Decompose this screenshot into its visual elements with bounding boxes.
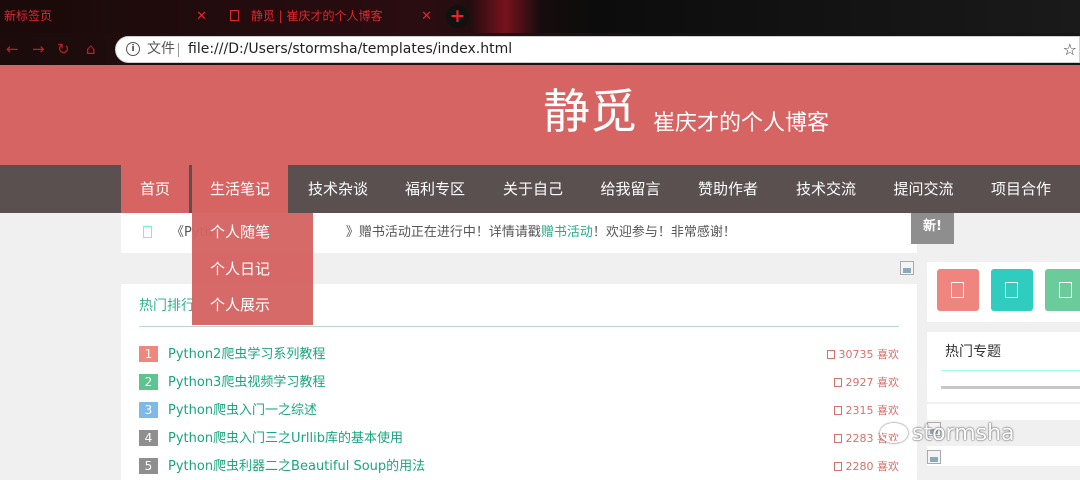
divider xyxy=(941,386,1080,389)
list-item[interactable]: 1 Python2爬虫学习系列教程 30735 喜欢 xyxy=(139,345,899,365)
article-title[interactable]: Python爬虫利器二之Beautiful Soup的用法 xyxy=(168,457,425,477)
heart-icon xyxy=(833,434,842,443)
broken-image-icon xyxy=(900,261,914,275)
nav-item-home[interactable]: 首页 xyxy=(121,165,189,213)
rank-badge: 4 xyxy=(139,430,158,446)
watermark-text: stormsha xyxy=(912,421,1015,446)
article-title[interactable]: Python爬虫入门三之Urllib库的基本使用 xyxy=(168,429,403,449)
nav-item-life-notes[interactable]: 生活笔记 xyxy=(192,165,288,213)
browser-tab-bar: 新标签页 ✕ 静觅 | 崔庆才的个人博客 ✕ + xyxy=(0,0,1080,33)
dropdown-item-diary[interactable]: 个人日记 xyxy=(210,259,270,279)
sidebar-block xyxy=(927,446,1080,466)
watermark: stormsha xyxy=(880,419,1015,449)
divider xyxy=(139,326,899,327)
list-item[interactable]: 4 Python爬虫入门三之Urllib库的基本使用 2283 喜欢 xyxy=(139,429,899,449)
nav-label: 技术交流 xyxy=(795,180,856,198)
heart-icon xyxy=(833,406,842,415)
heart-icon xyxy=(833,378,842,387)
article-title[interactable]: Python2爬虫学习系列教程 xyxy=(168,345,325,365)
nav-item-tech[interactable]: 技术杂谈 xyxy=(290,165,386,213)
browser-tab-blog[interactable]: 静觅 | 崔庆才的个人博客 ✕ xyxy=(222,0,440,33)
list-item[interactable]: 5 Python爬虫利器二之Beautiful Soup的用法 2280 喜欢 xyxy=(139,457,899,477)
notice-middle: 》赠书活动正在进行中！详情请戳 xyxy=(345,225,541,240)
hot-ranking-title: 热门排行 xyxy=(139,298,195,314)
nav-item-welfare[interactable]: 福利专区 xyxy=(386,165,484,213)
likes-count: 2927 喜欢 xyxy=(833,373,899,393)
hot-topics-panel: 热门专题 xyxy=(927,332,1080,402)
article-title[interactable]: Python爬虫入门一之综述 xyxy=(168,401,317,421)
close-icon[interactable]: ✕ xyxy=(196,0,207,33)
hot-topics-title: 热门专题 xyxy=(945,344,1001,360)
nav-item-exchange[interactable]: 技术交流 xyxy=(777,165,875,213)
main-nav: 首页 生活笔记 技术杂谈 福利专区 关于自己 给我留言 赞助作者 技术交流 提问… xyxy=(0,165,1080,213)
missing-glyph-icon xyxy=(1059,282,1072,298)
likes-count: 2280 喜欢 xyxy=(833,457,899,477)
site-subtitle: 崔庆才的个人博客 xyxy=(653,111,830,136)
heart-icon xyxy=(833,462,842,471)
page-icon xyxy=(230,10,239,21)
info-icon[interactable]: i xyxy=(126,42,140,56)
site-header: 静觅 崔庆才的个人博客 xyxy=(0,65,1080,165)
social-icon[interactable] xyxy=(991,269,1033,311)
new-badge: 新! xyxy=(911,213,954,244)
dropdown-item-essays[interactable]: 个人随笔 xyxy=(210,222,270,242)
life-notes-dropdown: 个人随笔 个人日记 个人展示 xyxy=(192,213,313,325)
notice-suffix: ！欢迎参与！非常感谢！ xyxy=(592,225,736,240)
reload-icon[interactable]: ↻ xyxy=(57,39,70,59)
missing-glyph-icon xyxy=(951,282,964,298)
browser-toolbar: ← → ↻ ⌂ i 文件 file:///D:/Users/stormsha/t… xyxy=(0,33,1080,65)
rank-badge: 1 xyxy=(139,346,158,362)
nav-label: 项目合作 xyxy=(990,180,1051,198)
plus-icon[interactable]: + xyxy=(446,5,469,28)
nav-item-sponsor[interactable]: 赞助作者 xyxy=(679,165,777,213)
forward-arrow-icon[interactable]: → xyxy=(32,39,45,59)
likes-count: 2315 喜欢 xyxy=(833,401,899,421)
nav-item-guestbook[interactable]: 给我留言 xyxy=(582,165,679,213)
giveaway-link[interactable]: 赠书活动 xyxy=(541,225,593,240)
list-item[interactable]: 2 Python3爬虫视频学习教程 2927 喜欢 xyxy=(139,373,899,393)
dropdown-item-showcase[interactable]: 个人展示 xyxy=(210,295,270,315)
sidebar-block xyxy=(927,404,1080,420)
tab-title: 静觅 | 崔庆才的个人博客 xyxy=(250,9,383,23)
scheme-label: 文件 xyxy=(147,41,175,57)
nav-item-cooperation[interactable]: 项目合作 xyxy=(972,165,1070,213)
nav-label: 福利专区 xyxy=(404,180,465,198)
sidebar-icon-panel xyxy=(927,262,1080,322)
wechat-icon xyxy=(880,423,908,443)
nav-label: 生活笔记 xyxy=(209,180,270,198)
social-icon[interactable] xyxy=(1045,269,1080,311)
tab-glow xyxy=(470,0,540,33)
home-icon[interactable]: ⌂ xyxy=(86,39,96,59)
back-arrow-icon[interactable]: ← xyxy=(6,39,19,59)
bookmark-star-icon[interactable]: ☆ xyxy=(1063,37,1077,62)
article-title[interactable]: Python3爬虫视频学习教程 xyxy=(168,373,325,393)
browser-tab-new[interactable]: 新标签页 ✕ xyxy=(0,0,215,33)
nav-label: 给我留言 xyxy=(600,180,661,198)
site-logo-title[interactable]: 静觅 xyxy=(543,83,637,143)
list-item[interactable]: 3 Python爬虫入门一之综述 2315 喜欢 xyxy=(139,401,899,421)
close-icon[interactable]: ✕ xyxy=(421,0,432,33)
broken-image-icon xyxy=(927,450,941,464)
nav-item-questions[interactable]: 提问交流 xyxy=(875,165,972,213)
rank-badge: 2 xyxy=(139,374,158,390)
nav-label: 关于自己 xyxy=(502,180,563,198)
heart-icon xyxy=(826,350,835,359)
divider xyxy=(941,370,1080,371)
notice-icon xyxy=(143,226,152,238)
address-bar[interactable]: i 文件 file:///D:/Users/stormsha/templates… xyxy=(115,36,1080,63)
tab-title: 新标签页 xyxy=(4,9,53,23)
rank-badge: 3 xyxy=(139,402,158,418)
rank-badge: 5 xyxy=(139,458,158,474)
nav-label: 提问交流 xyxy=(893,180,954,198)
nav-item-about[interactable]: 关于自己 xyxy=(484,165,582,213)
nav-label: 技术杂谈 xyxy=(307,180,368,198)
divider xyxy=(178,43,179,57)
likes-count: 30735 喜欢 xyxy=(826,345,899,365)
missing-glyph-icon xyxy=(1005,282,1018,298)
nav-label: 赞助作者 xyxy=(697,180,758,198)
url-text[interactable]: file:///D:/Users/stormsha/templates/inde… xyxy=(188,37,512,62)
nav-label: 首页 xyxy=(139,180,170,198)
social-icon[interactable] xyxy=(937,269,979,311)
